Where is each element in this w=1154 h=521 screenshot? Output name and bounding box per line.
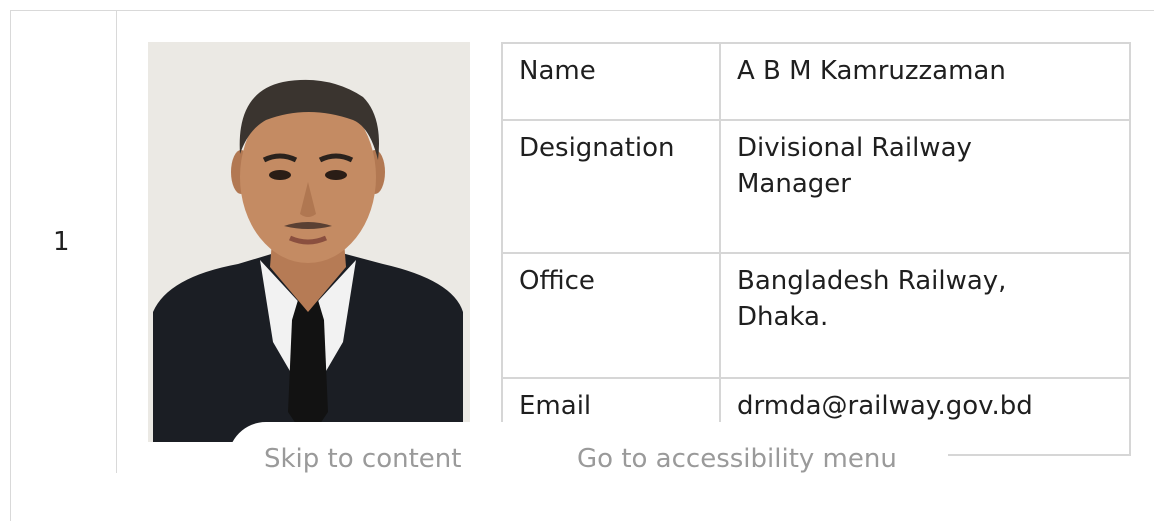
skip-to-content-link[interactable]: Skip to content bbox=[264, 443, 461, 475]
table-row: Office Bangladesh Railway, Dhaka. bbox=[501, 252, 1131, 379]
office-value-line2: Dhaka. bbox=[737, 302, 829, 332]
table-row: Designation Divisional Railway Manager bbox=[501, 119, 1131, 254]
name-label: Name bbox=[501, 42, 721, 121]
office-value: Bangladesh Railway, Dhaka. bbox=[719, 252, 1131, 379]
info-table: Name A B M Kamruzzaman Designation Divis… bbox=[501, 42, 1131, 456]
table-row: Name A B M Kamruzzaman bbox=[501, 42, 1131, 121]
portrait-image bbox=[148, 42, 470, 442]
profile-photo bbox=[148, 42, 470, 442]
name-value: A B M Kamruzzaman bbox=[719, 42, 1131, 121]
designation-value-line1: Divisional Railway bbox=[737, 133, 972, 163]
row-index: 1 bbox=[53, 227, 70, 257]
accessibility-menu-link[interactable]: Go to accessibility menu bbox=[577, 443, 897, 475]
designation-label: Designation bbox=[501, 119, 721, 254]
designation-value-line2: Manager bbox=[737, 169, 851, 199]
office-value-line1: Bangladesh Railway, bbox=[737, 266, 1007, 296]
designation-value: Divisional Railway Manager bbox=[719, 119, 1131, 254]
office-label: Office bbox=[501, 252, 721, 379]
